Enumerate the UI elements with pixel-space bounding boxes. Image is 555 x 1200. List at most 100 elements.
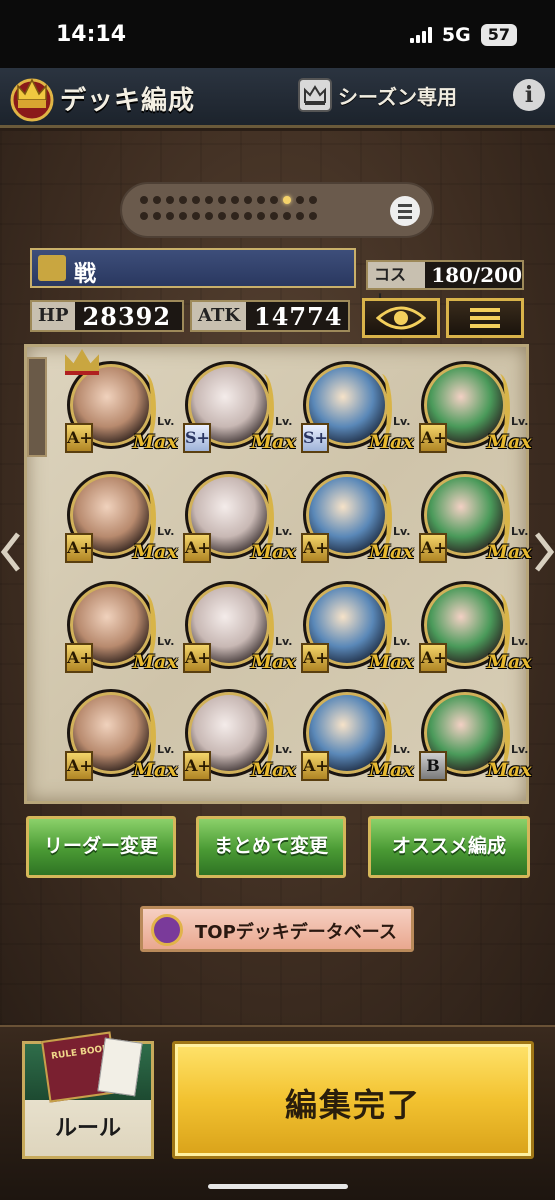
rank-badge: A+ — [419, 423, 447, 453]
pager-dot[interactable] — [296, 196, 304, 204]
level-label: Lv. — [511, 525, 529, 538]
pager-dot[interactable] — [218, 196, 226, 204]
pager-dot[interactable] — [205, 212, 213, 220]
deck-card-slot[interactable]: Lv. A+ Max — [283, 683, 414, 793]
pager-dot[interactable] — [192, 212, 200, 220]
level-max-label: Max — [487, 541, 532, 563]
pager-dot[interactable] — [270, 196, 278, 204]
deck-card-slot[interactable]: Lv. A+ Max — [47, 575, 178, 685]
info-button[interactable]: i — [513, 79, 545, 111]
pager-dot[interactable] — [140, 212, 148, 220]
recommend-deck-button[interactable]: オススメ編成 — [368, 816, 530, 878]
deck-name-bar[interactable]: 戦 — [30, 248, 356, 288]
pager-dot[interactable] — [283, 196, 291, 204]
crown-emblem-icon — [10, 78, 54, 122]
rank-badge: A+ — [65, 643, 93, 673]
pager-dot[interactable] — [257, 212, 265, 220]
hp-label: HP — [32, 302, 75, 330]
sort-menu-button[interactable] — [446, 298, 524, 338]
season-only-toggle[interactable]: シーズン専用 — [298, 78, 457, 112]
level-label: Lv. — [511, 743, 529, 756]
status-bar: 14:14 5G 57 — [0, 0, 555, 68]
leader-crown-icon — [65, 349, 99, 375]
level-label: Lv. — [511, 415, 529, 428]
rank-badge: S+ — [183, 423, 211, 453]
pager-dot[interactable] — [192, 196, 200, 204]
rank-badge: A+ — [301, 533, 329, 563]
deck-card-slot[interactable]: Lv. A+ Max — [401, 575, 532, 685]
status-time: 14:14 — [56, 22, 127, 47]
rank-badge: A+ — [183, 533, 211, 563]
deck-card-slot[interactable]: Lv. A+ Max — [401, 355, 532, 465]
deck-card-slot[interactable]: Lv. B Max — [401, 683, 532, 793]
deck-type-icon — [38, 255, 66, 281]
deck-card-slot[interactable]: Lv. A+ Max — [165, 683, 296, 793]
pager-dot[interactable] — [140, 196, 148, 204]
cost-value: 180/200 — [431, 263, 522, 287]
top-deck-database-label: TOPデッキデータベース — [195, 922, 397, 943]
level-label: Lv. — [511, 635, 529, 648]
deck-list-button[interactable] — [390, 196, 420, 226]
cost-label: コスト — [368, 262, 426, 310]
pager-dot[interactable] — [283, 212, 291, 220]
pager-dot[interactable] — [257, 196, 265, 204]
rule-label: ルール — [54, 1116, 121, 1141]
deck-card-slot[interactable]: Lv. A+ Max — [283, 465, 414, 575]
pager-dots — [140, 196, 322, 220]
atk-label: ATK — [192, 302, 247, 330]
rank-badge: S+ — [301, 423, 329, 453]
header-bar: デッキ編成 シーズン専用 i — [0, 68, 555, 128]
rank-badge: A+ — [419, 533, 447, 563]
pager-dot[interactable] — [270, 212, 278, 220]
rank-badge: A+ — [301, 643, 329, 673]
deck-card-slot[interactable]: Lv. A+ Max — [401, 465, 532, 575]
home-indicator — [208, 1184, 348, 1189]
pager-dot[interactable] — [244, 212, 252, 220]
hp-value: 28392 — [82, 301, 172, 331]
deck-card-slot[interactable]: Lv. S+ Max — [165, 355, 296, 465]
signal-icon — [409, 27, 432, 43]
eye-icon — [376, 306, 426, 330]
deck-card-slot[interactable]: Lv. A+ Max — [47, 683, 178, 793]
deck-name: 戦 — [74, 262, 97, 287]
prev-arrow-icon[interactable] — [0, 530, 22, 574]
pager-dot[interactable] — [218, 212, 226, 220]
rank-badge: A+ — [65, 423, 93, 453]
pager-dot[interactable] — [166, 196, 174, 204]
rank-badge: A+ — [65, 533, 93, 563]
bottom-bar: RULE BOOK ルール 編集完了 — [0, 1025, 555, 1200]
level-max-label: Max — [487, 651, 532, 673]
deck-card-slot[interactable]: Lv. S+ Max — [283, 355, 414, 465]
deck-card-slot[interactable]: Lv. A+ Max — [47, 465, 178, 575]
pager-dot[interactable] — [296, 212, 304, 220]
deck-card-slot[interactable]: Lv. A+ Max — [47, 349, 178, 465]
deck-card-slot[interactable]: Lv. A+ Max — [283, 575, 414, 685]
pager-dot[interactable] — [179, 212, 187, 220]
hp-stat: HP 28392 — [30, 300, 184, 332]
cost-display: コスト 180/200 — [366, 260, 524, 310]
top-deck-database-button[interactable]: TOPデッキデータベース — [140, 906, 414, 952]
battery-icon: 57 — [480, 24, 517, 46]
next-arrow-icon[interactable] — [533, 530, 555, 574]
pager-dot[interactable] — [166, 212, 174, 220]
database-icon — [151, 914, 183, 946]
season-label: シーズン専用 — [338, 84, 457, 109]
deck-card-slot[interactable]: Lv. A+ Max — [165, 465, 296, 575]
pager-dot[interactable] — [309, 196, 317, 204]
pager-dot[interactable] — [153, 196, 161, 204]
deck-card-slot[interactable]: Lv. A+ Max — [165, 575, 296, 685]
pager-dot[interactable] — [179, 196, 187, 204]
pager-dot[interactable] — [309, 212, 317, 220]
leader-change-button[interactable]: リーダー変更 — [26, 816, 176, 878]
bulk-change-button[interactable]: まとめて変更 — [196, 816, 346, 878]
pager-dot[interactable] — [244, 196, 252, 204]
pager-dot[interactable] — [231, 196, 239, 204]
pager-dot[interactable] — [231, 212, 239, 220]
pager-dot[interactable] — [205, 196, 213, 204]
edit-complete-label: 編集完了 — [284, 1086, 421, 1124]
deck-pager[interactable] — [120, 182, 434, 238]
edit-complete-button[interactable]: 編集完了 — [172, 1041, 534, 1159]
rule-button[interactable]: RULE BOOK ルール — [22, 1031, 154, 1159]
pager-dot[interactable] — [153, 212, 161, 220]
view-toggle-button[interactable] — [362, 298, 440, 338]
